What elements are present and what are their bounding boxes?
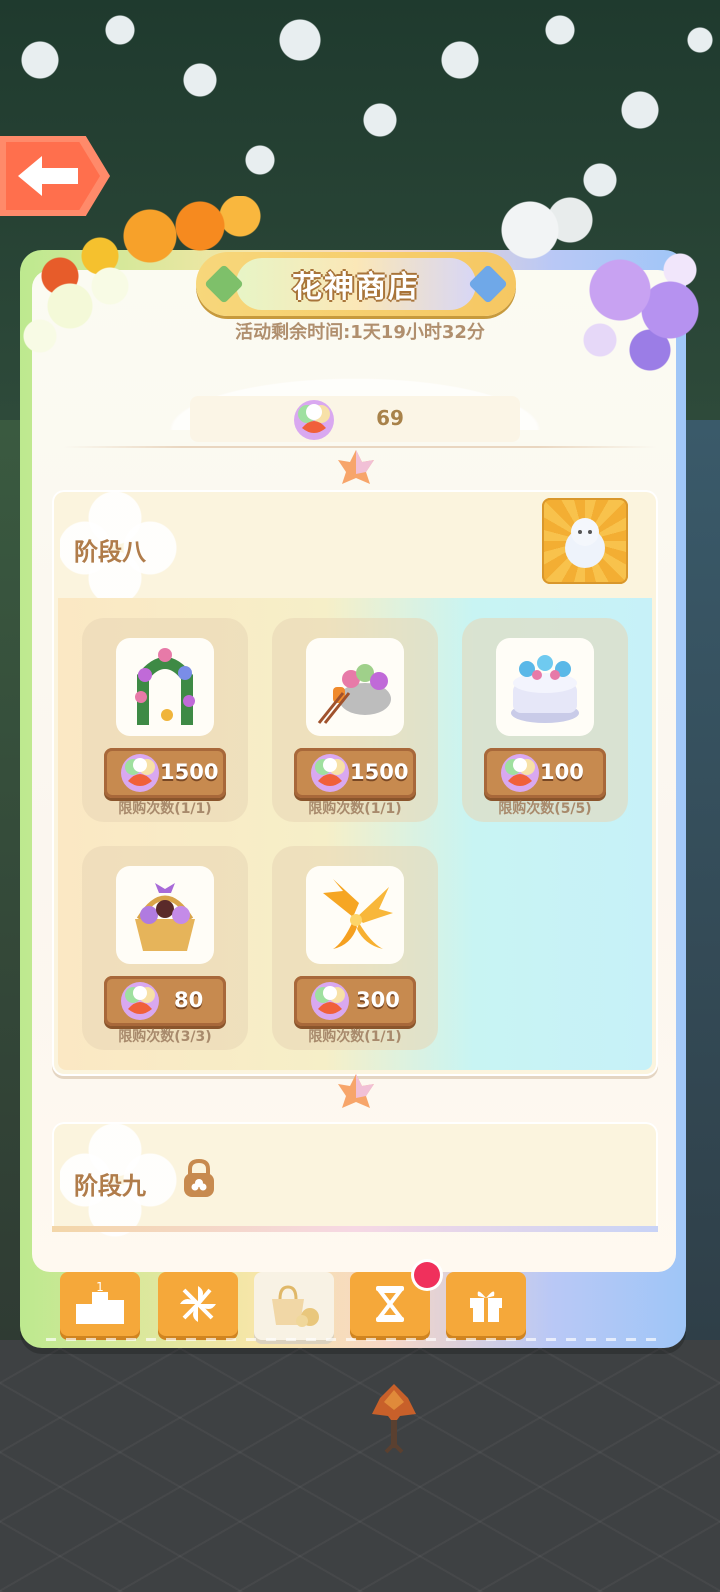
buy-button[interactable]: 1500 [294, 748, 416, 798]
title-banner: 花神商店 [196, 252, 516, 316]
blue-cake-icon [511, 655, 579, 723]
item-price: 1500 [160, 760, 219, 784]
purchase-limit: 限购次数(1/1) [308, 801, 402, 817]
scene-floor [0, 1340, 720, 1592]
flower-token-icon [121, 982, 159, 1020]
flower-token-icon [121, 754, 159, 792]
item-image [306, 866, 404, 964]
item-image [116, 638, 214, 736]
shop-title: 花神商店 [292, 270, 420, 305]
flower-basket-icon [135, 883, 195, 951]
tab-shop[interactable] [254, 1272, 334, 1340]
flower-token-icon [501, 754, 539, 792]
item-price: 100 [540, 760, 584, 784]
scene-right-edge [680, 420, 720, 1340]
item-image [116, 866, 214, 964]
purchase-limit: 限购次数(5/5) [498, 801, 592, 817]
tab-pinwheel[interactable] [158, 1272, 238, 1336]
flower-arch-icon [135, 648, 195, 725]
sheep-plush-icon [565, 518, 605, 568]
notification-badge [414, 1262, 440, 1288]
shop-item[interactable]: 1500 限购次数(1/1) [272, 618, 438, 822]
shop-item[interactable]: 80 限购次数(3/3) [82, 846, 248, 1050]
shop-bag-icon [272, 1285, 319, 1327]
flower-token-icon [311, 982, 349, 1020]
flower-token-icon [311, 754, 349, 792]
podium-icon: 1 [76, 1282, 124, 1324]
maple-leaf-icon [338, 450, 374, 484]
item-price: 80 [174, 988, 204, 1012]
shop-item[interactable]: 300 限购次数(1/1) [272, 846, 438, 1050]
tab-gift[interactable] [446, 1272, 526, 1336]
purchase-limit: 限购次数(1/1) [308, 1029, 402, 1045]
stage-title: 阶段九 [74, 1172, 146, 1200]
event-timer: 活动剩余时间:1天19小时32分 [235, 322, 485, 343]
stage-title: 阶段八 [74, 538, 146, 566]
buy-button[interactable]: 100 [484, 748, 606, 798]
stage-reward-box[interactable] [542, 498, 628, 584]
shop-item[interactable]: 100 限购次数(5/5) [462, 618, 628, 822]
flower-token-icon [294, 400, 334, 440]
podium-rank-label: 1 [96, 1282, 104, 1294]
gift-icon [470, 1291, 502, 1322]
currency-amount: 69 [376, 406, 404, 430]
tree-character-icon [372, 1384, 416, 1454]
item-price: 300 [356, 988, 400, 1012]
item-image [496, 638, 594, 736]
maple-leaf-icon [338, 1074, 374, 1108]
tab-bar-divider [46, 1338, 666, 1341]
flower-cart-icon [317, 664, 391, 724]
item-image [306, 638, 404, 736]
stage-divider-strip [52, 1226, 658, 1232]
shop-item[interactable]: 1500 限购次数(1/1) [82, 618, 248, 822]
purchase-limit: 限购次数(1/1) [118, 801, 212, 817]
purchase-limit: 限购次数(3/3) [118, 1029, 212, 1045]
buy-button[interactable]: 1500 [104, 748, 226, 798]
buy-button[interactable]: 80 [104, 976, 226, 1026]
pinwheel-icon [180, 1286, 216, 1322]
item-price: 1500 [350, 760, 409, 784]
back-arrow-icon [18, 156, 78, 196]
golden-wings-icon [323, 879, 393, 949]
tab-bar: 1 [20, 1272, 686, 1348]
tab-ranking[interactable]: 1 [60, 1272, 140, 1336]
buy-button[interactable]: 300 [294, 976, 416, 1026]
lock-icon [184, 1158, 214, 1197]
hourglass-icon [375, 1286, 405, 1322]
